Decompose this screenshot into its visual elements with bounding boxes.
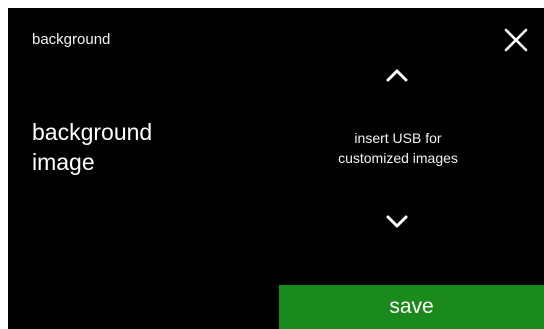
chevron-down-icon: [386, 215, 408, 228]
save-button[interactable]: save: [279, 285, 544, 329]
page-title: background: [32, 31, 111, 48]
close-button[interactable]: [500, 24, 532, 56]
value-line-2: customized images: [338, 150, 458, 166]
setting-label: background image: [32, 117, 232, 177]
selected-value: insert USB for customized images: [308, 128, 488, 168]
value-line-1: insert USB for: [354, 130, 442, 146]
chevron-up-icon: [386, 69, 408, 82]
scroll-down-button[interactable]: [377, 208, 417, 236]
scroll-up-button[interactable]: [377, 60, 417, 88]
close-icon: [504, 28, 528, 52]
setting-label-line-1: background: [32, 119, 153, 145]
settings-screen: background background image insert USB f…: [8, 8, 544, 329]
setting-label-line-2: image: [32, 149, 95, 175]
